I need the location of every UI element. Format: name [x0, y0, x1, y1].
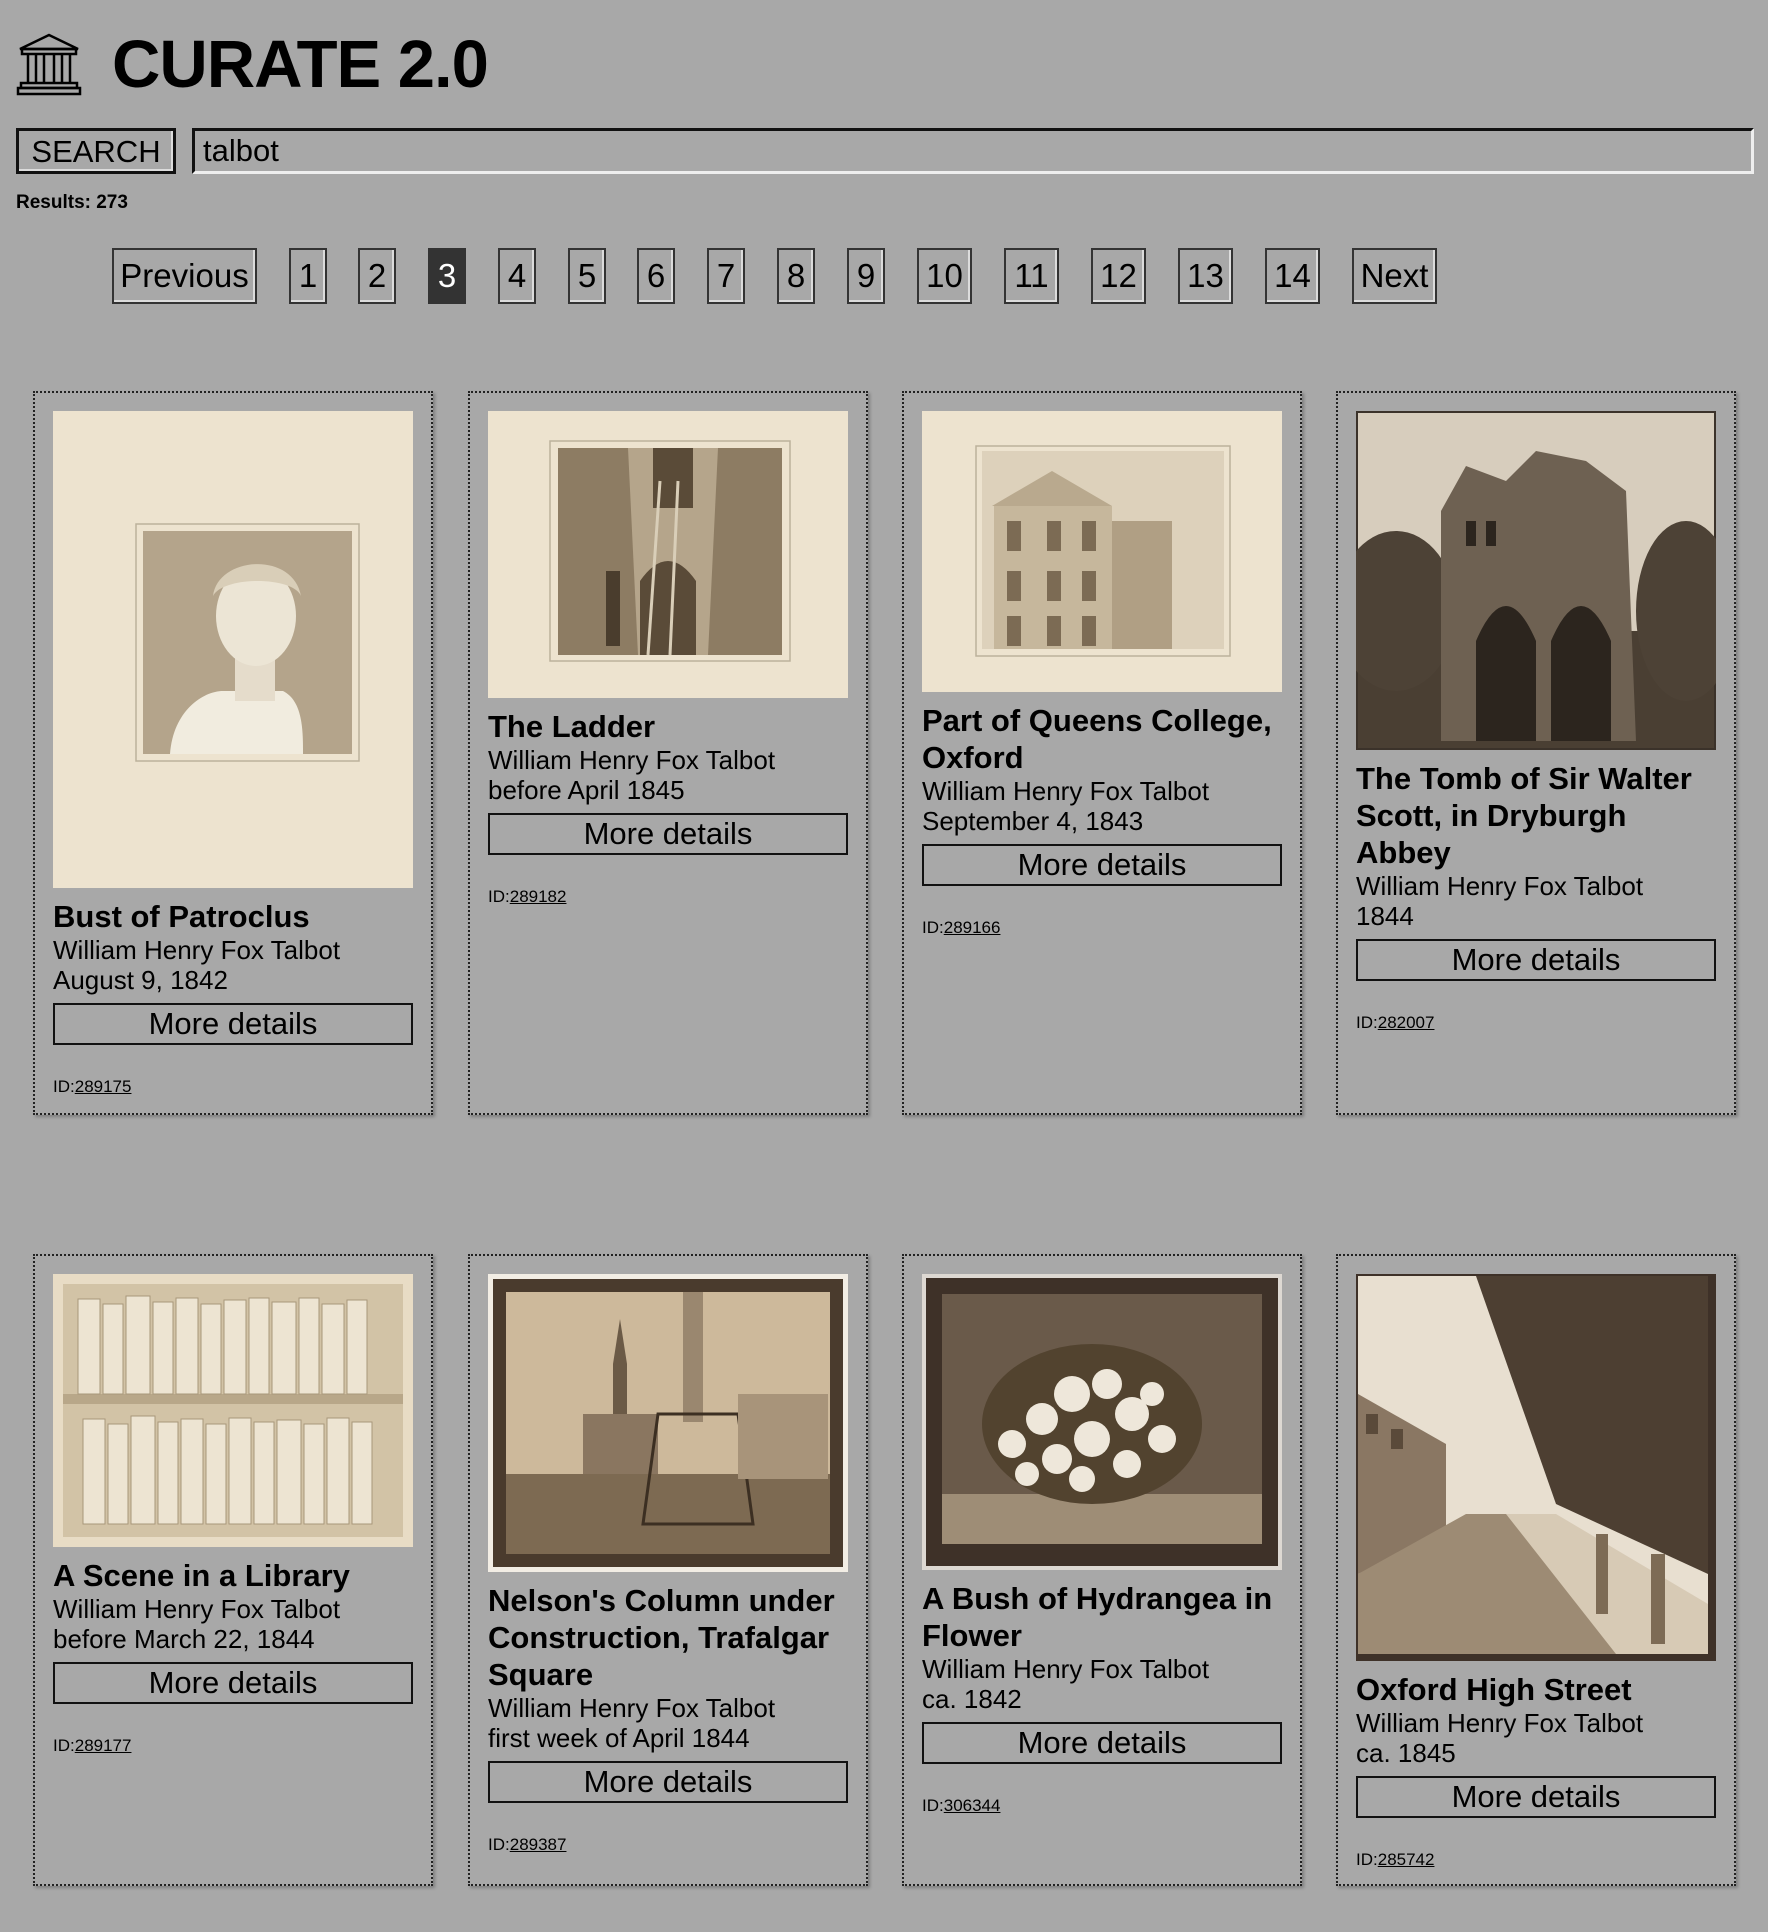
photo-hydrangea[interactable]: [922, 1274, 1282, 1570]
card-title: The Ladder: [488, 709, 656, 744]
page-button-2[interactable]: 2: [358, 248, 396, 304]
card-id: ID:306344: [922, 1796, 1001, 1815]
card-id: ID:282007: [1356, 1013, 1435, 1032]
card-id-link[interactable]: 289387: [510, 1835, 567, 1854]
photo-bust-of-patroclus[interactable]: [53, 411, 413, 888]
photo-queens-college[interactable]: [922, 411, 1282, 692]
card-date: September 4, 1843: [922, 806, 1144, 836]
card-title: Part of Queens College, Oxford: [922, 703, 1272, 775]
more-details-button[interactable]: More details: [1356, 939, 1716, 981]
photo-nelsons-column[interactable]: [488, 1274, 848, 1572]
card-title: The Tomb of Sir Walter Scott, in Dryburg…: [1356, 761, 1692, 870]
photo-dryburgh-abbey[interactable]: [1356, 411, 1716, 750]
result-card: A Scene in a Library William Henry Fox T…: [33, 1254, 433, 1886]
card-id: ID:289177: [53, 1736, 132, 1755]
card-id: ID:285742: [1356, 1850, 1435, 1869]
result-card: Part of Queens College, Oxford William H…: [902, 391, 1302, 1115]
pagination: Previous 1 2 3 4 5 6 7 8 9 10 11 12 13 1…: [0, 248, 1768, 304]
card-artist: William Henry Fox Talbot: [1356, 1708, 1644, 1738]
card-id-link[interactable]: 289175: [75, 1077, 132, 1096]
card-artist: William Henry Fox Talbot: [53, 1594, 341, 1624]
card-date: 1844: [1356, 901, 1414, 931]
page-button-5[interactable]: 5: [568, 248, 606, 304]
museum-icon: [16, 33, 82, 96]
card-date: ca. 1842: [922, 1684, 1022, 1714]
card-title: Bust of Patroclus: [53, 899, 310, 934]
card-artist: William Henry Fox Talbot: [488, 1693, 776, 1723]
card-id-link[interactable]: 289166: [944, 918, 1001, 937]
page-button-9[interactable]: 9: [847, 248, 885, 304]
card-date: August 9, 1842: [53, 965, 228, 995]
more-details-button[interactable]: More details: [922, 844, 1282, 886]
more-details-button[interactable]: More details: [488, 1761, 848, 1803]
photo-oxford-high-street[interactable]: [1356, 1274, 1716, 1661]
result-card: The Tomb of Sir Walter Scott, in Dryburg…: [1336, 391, 1736, 1115]
card-id-link[interactable]: 306344: [944, 1796, 1001, 1815]
next-page-button[interactable]: Next: [1352, 248, 1437, 304]
more-details-button[interactable]: More details: [53, 1662, 413, 1704]
card-id: ID:289182: [488, 887, 567, 906]
card-artist: William Henry Fox Talbot: [53, 935, 341, 965]
card-date: ca. 1845: [1356, 1738, 1456, 1768]
card-artist: William Henry Fox Talbot: [488, 745, 776, 775]
photo-library-shelves[interactable]: [53, 1274, 413, 1547]
card-date: first week of April 1844: [488, 1723, 750, 1753]
more-details-button[interactable]: More details: [1356, 1776, 1716, 1818]
card-id-link[interactable]: 289182: [510, 887, 567, 906]
results-count: Results: 273: [16, 192, 128, 213]
card-id-link[interactable]: 285742: [1378, 1850, 1435, 1869]
result-card: The Ladder William Henry Fox Talbot befo…: [468, 391, 868, 1115]
card-artist: William Henry Fox Talbot: [922, 1654, 1210, 1684]
card-title: Nelson's Column under Construction, Traf…: [488, 1583, 835, 1692]
page-button-1[interactable]: 1: [289, 248, 327, 304]
card-title: Oxford High Street: [1356, 1672, 1632, 1707]
result-card: A Bush of Hydrangea in Flower William He…: [902, 1254, 1302, 1886]
card-artist: William Henry Fox Talbot: [1356, 871, 1644, 901]
page-button-6[interactable]: 6: [637, 248, 675, 304]
page-button-11[interactable]: 11: [1004, 248, 1059, 304]
more-details-button[interactable]: More details: [488, 813, 848, 855]
page-button-8[interactable]: 8: [777, 248, 815, 304]
more-details-button[interactable]: More details: [922, 1722, 1282, 1764]
app-title: CURATE 2.0: [112, 26, 489, 102]
page-button-14[interactable]: 14: [1265, 248, 1320, 304]
page-button-7[interactable]: 7: [707, 248, 745, 304]
result-card: Oxford High Street William Henry Fox Tal…: [1336, 1254, 1736, 1886]
page-button-10[interactable]: 10: [917, 248, 972, 304]
search-input[interactable]: [192, 128, 1754, 174]
search-button[interactable]: SEARCH: [16, 128, 176, 174]
card-date: before April 1845: [488, 775, 685, 805]
card-id: ID:289387: [488, 1835, 567, 1854]
card-title: A Scene in a Library: [53, 1558, 350, 1593]
card-id-link[interactable]: 282007: [1378, 1013, 1435, 1032]
card-date: before March 22, 1844: [53, 1624, 315, 1654]
card-artist: William Henry Fox Talbot: [922, 776, 1210, 806]
previous-page-button[interactable]: Previous: [112, 248, 257, 304]
card-id-link[interactable]: 289177: [75, 1736, 132, 1755]
page-button-13[interactable]: 13: [1178, 248, 1233, 304]
app-header: CURATE 2.0: [16, 26, 489, 102]
page-button-4[interactable]: 4: [498, 248, 536, 304]
card-title: A Bush of Hydrangea in Flower: [922, 1581, 1273, 1653]
card-id: ID:289175: [53, 1077, 132, 1096]
page-button-3-current[interactable]: 3: [428, 248, 466, 304]
card-id: ID:289166: [922, 918, 1001, 937]
result-card: Bust of Patroclus William Henry Fox Talb…: [33, 391, 433, 1115]
page-button-12[interactable]: 12: [1091, 248, 1146, 304]
photo-the-ladder[interactable]: [488, 411, 848, 698]
result-card: Nelson's Column under Construction, Traf…: [468, 1254, 868, 1886]
more-details-button[interactable]: More details: [53, 1003, 413, 1045]
